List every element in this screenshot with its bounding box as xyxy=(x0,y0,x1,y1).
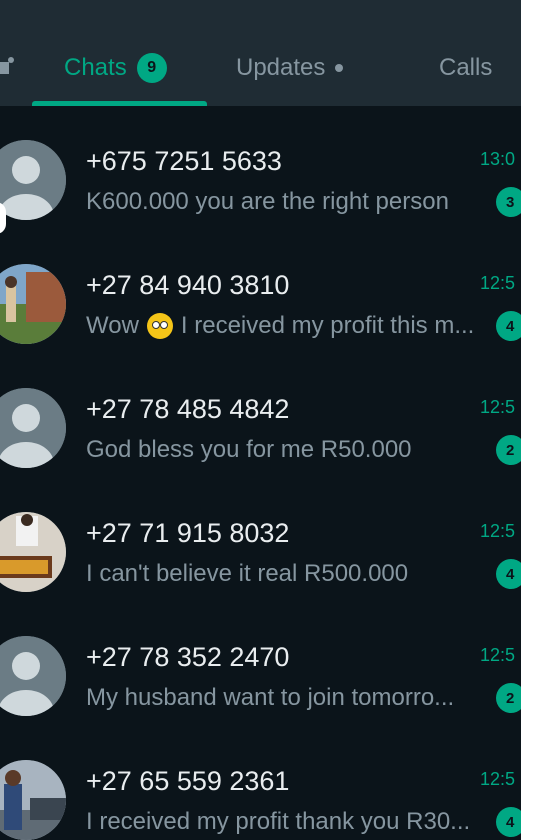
chat-time: 12:5 xyxy=(480,521,516,541)
chat-last-message: Wow I received my profit this m... xyxy=(86,312,474,340)
food-photo-avatar xyxy=(0,512,66,592)
chat-message-text: My husband want to join tomorro... xyxy=(86,684,455,711)
chat-message-text: K600.000 you are the right person xyxy=(86,188,449,215)
chat-time: 12:5 xyxy=(480,397,516,417)
chat-row[interactable]: +675 7251 5633 K600.000 you are the righ… xyxy=(0,122,521,246)
tab-calls[interactable]: Calls xyxy=(439,52,492,84)
outdoor-photo-avatar xyxy=(0,264,66,344)
chat-time: 13:0 xyxy=(480,149,516,169)
chat-name: +27 65 559 2361 xyxy=(86,766,290,796)
chat-message-text: I can't believe it real R500.000 xyxy=(86,560,409,587)
chat-name: +27 78 485 4842 xyxy=(86,394,290,424)
flushed-face-emoji-icon xyxy=(146,313,173,339)
chat-last-message: I can't believe it real R500.000 xyxy=(86,560,408,588)
tab-updates-label: Updates xyxy=(236,54,326,81)
chat-row[interactable]: +27 84 940 3810 Wow I received my profit… xyxy=(0,246,521,370)
default-avatar-icon xyxy=(0,140,66,220)
camera-icon[interactable] xyxy=(0,56,14,80)
chat-name: +675 7251 5633 xyxy=(86,146,282,176)
unread-count-badge: 4 xyxy=(496,559,521,589)
chat-time: 12:5 xyxy=(480,645,516,665)
chat-time: 12:5 xyxy=(480,769,516,789)
chat-message-text: Wow xyxy=(86,312,139,339)
tab-chats[interactable]: Chats 9 xyxy=(64,52,167,84)
chat-last-message: I received my profit thank you R30... xyxy=(86,808,470,836)
unread-count-badge: 2 xyxy=(496,683,521,713)
chat-message-text: I received my profit this m... xyxy=(180,312,475,339)
chat-message-text: I received my profit thank you R30... xyxy=(86,808,471,835)
chat-row[interactable]: +27 78 352 2470 My husband want to join … xyxy=(0,618,521,742)
tab-calls-label: Calls xyxy=(439,54,493,81)
unread-count-badge: 4 xyxy=(496,311,521,341)
tab-updates[interactable]: Updates xyxy=(236,52,344,84)
unread-count-badge: 4 xyxy=(496,807,521,837)
unread-count-badge: 3 xyxy=(496,187,521,217)
chat-message-text: God bless you for me R50.000 xyxy=(86,436,412,463)
updates-dot-icon xyxy=(335,64,344,72)
chat-name: +27 78 352 2470 xyxy=(86,642,290,672)
chat-row[interactable]: +27 71 915 8032 I can't believe it real … xyxy=(0,494,521,618)
chat-last-message: My husband want to join tomorro... xyxy=(86,684,454,712)
person-photo-avatar xyxy=(0,760,66,840)
chat-last-message: God bless you for me R50.000 xyxy=(86,436,412,464)
tab-bar: Chats 9 Updates Calls xyxy=(0,0,521,106)
chat-name: +27 71 915 8032 xyxy=(86,518,290,548)
chat-row[interactable]: +27 78 485 4842 God bless you for me R50… xyxy=(0,370,521,494)
chat-last-message: K600.000 you are the right person xyxy=(86,188,449,216)
chats-unread-badge: 9 xyxy=(136,53,167,83)
chat-row[interactable]: +27 65 559 2361 I received my profit tha… xyxy=(0,742,521,840)
default-avatar-icon xyxy=(0,636,66,716)
unread-count-badge: 2 xyxy=(496,435,521,465)
chat-name: +27 84 940 3810 xyxy=(86,270,290,300)
active-tab-indicator xyxy=(32,101,207,106)
chat-time: 12:5 xyxy=(480,273,516,293)
tab-chats-label: Chats xyxy=(64,54,127,81)
whatsapp-screen: Chats 9 Updates Calls +675 7251 5633 K60… xyxy=(0,0,521,840)
default-avatar-icon xyxy=(0,388,66,468)
right-border xyxy=(521,0,539,840)
